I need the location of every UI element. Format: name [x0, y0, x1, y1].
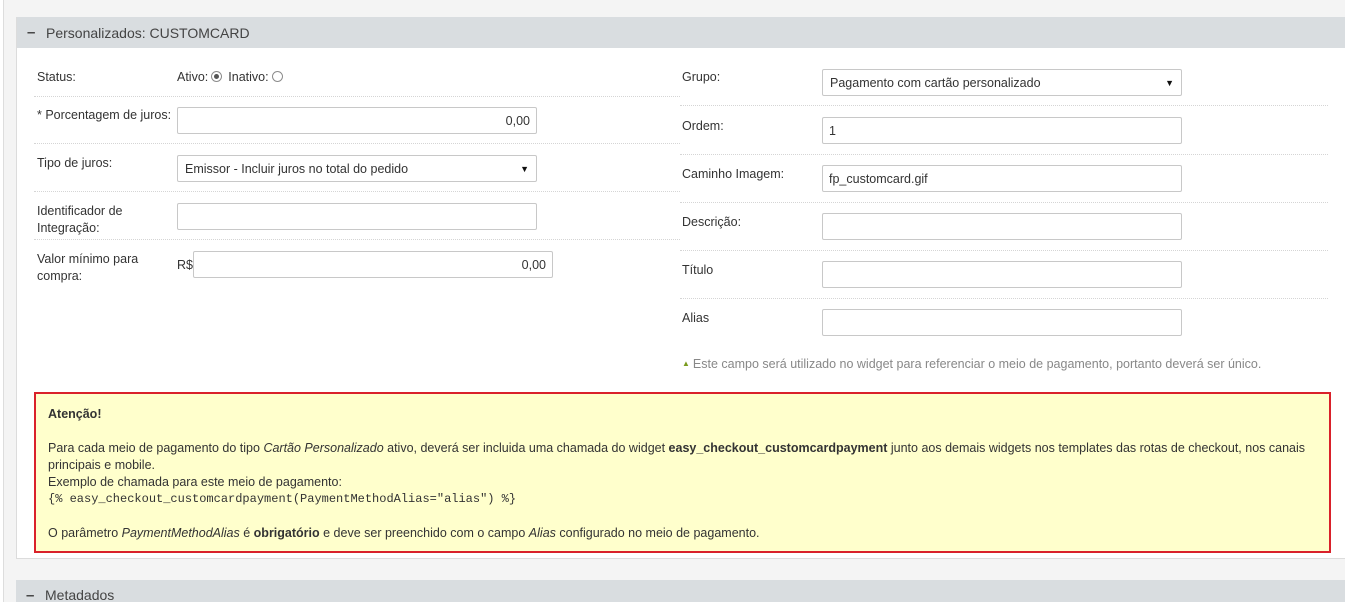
grupo-select[interactable]: Pagamento com cartão personalizado ▼: [822, 69, 1182, 96]
divider: [680, 202, 1328, 203]
identificador-label-line2: Integração:: [37, 221, 100, 235]
alert-paragraph-3: O parâmetro PaymentMethodAlias é obrigat…: [48, 525, 1317, 542]
status-label: Status:: [37, 70, 76, 84]
alert-text: ativo, deverá ser incluida uma chamada d…: [383, 441, 669, 455]
alias-hint-text: Este campo será utilizado no widget para…: [692, 357, 1262, 371]
page: – Personalizados: CUSTOMCARD Status: Ati…: [0, 0, 1345, 602]
alert-widget-name: easy_checkout_customcardpayment: [668, 441, 888, 455]
tipo-juros-select[interactable]: Emissor - Incluir juros no total do pedi…: [177, 155, 537, 182]
attention-alert: Atenção! Para cada meio de pagamento do …: [34, 392, 1331, 553]
descricao-input[interactable]: [822, 213, 1182, 240]
divider: [34, 143, 680, 144]
panel-header[interactable]: – Personalizados: CUSTOMCARD: [17, 17, 1345, 48]
tipo-juros-value: Emissor - Incluir juros no total do pedi…: [185, 161, 409, 176]
inativo-label: Inativo:: [228, 70, 269, 84]
ordem-label: Ordem:: [682, 119, 724, 133]
alert-text: é: [239, 526, 254, 540]
tipo-juros-label: Tipo de juros:: [37, 156, 113, 170]
alert-text: O parâmetro: [48, 526, 122, 540]
alias-hint: ▲ Este campo será utilizado no widget par…: [682, 357, 1261, 371]
identificador-label-line1: Identificador de: [37, 204, 123, 218]
grupo-value: Pagamento com cartão personalizado: [830, 75, 1041, 90]
divider: [34, 96, 680, 97]
alert-heading: Atenção!: [48, 407, 102, 421]
alert-text: e deve ser preenchido com o campo: [319, 526, 529, 540]
chevron-down-icon: ▼: [1165, 77, 1174, 88]
alert-text: configurado no meio de pagamento.: [555, 526, 760, 540]
alert-emphasis: Alias: [528, 526, 556, 540]
collapse-icon[interactable]: –: [27, 24, 37, 41]
valor-minimo-input[interactable]: 0,00: [193, 251, 553, 278]
identificador-label: Identificador de Integração:: [37, 203, 122, 237]
alert-code: {% easy_checkout_customcardpayment(Payme…: [48, 492, 517, 506]
identificador-input[interactable]: [177, 203, 537, 230]
caminho-imagem-input[interactable]: fp_customcard.gif: [822, 165, 1182, 192]
alert-strong: obrigatório: [253, 526, 320, 540]
caminho-imagem-label: Caminho Imagem:: [682, 167, 785, 181]
collapse-icon[interactable]: –: [26, 587, 36, 602]
caret-up-icon: ▲: [682, 359, 690, 368]
inativo-radio[interactable]: [271, 71, 283, 82]
metadados-panel-header[interactable]: – Metadados: [16, 580, 1345, 602]
metadados-title: Metadados: [45, 587, 115, 602]
divider: [680, 298, 1328, 299]
ativo-label: Ativo:: [177, 70, 209, 84]
juros-input[interactable]: 0,00: [177, 107, 537, 134]
titulo-label: Título: [682, 263, 714, 277]
valor-minimo-label-line2: compra:: [37, 269, 83, 283]
divider: [680, 154, 1328, 155]
panel-title: Personalizados: CUSTOMCARD: [46, 24, 250, 41]
alert-paragraph-2: Exemplo de chamada para este meio de pag…: [48, 475, 342, 489]
status-radio-group: Ativo: Inativo:: [177, 69, 289, 86]
alias-label: Alias: [682, 311, 710, 325]
ativo-radio[interactable]: [211, 71, 223, 82]
chevron-down-icon: ▼: [520, 163, 529, 174]
alias-input[interactable]: [822, 309, 1182, 336]
valor-minimo-label-line1: Valor mínimo para: [37, 252, 139, 266]
ordem-input[interactable]: 1: [822, 117, 1182, 144]
alert-text: Para cada meio de pagamento do tipo: [48, 441, 264, 455]
alert-emphasis: Cartão Personalizado: [263, 441, 384, 455]
divider: [680, 250, 1328, 251]
left-edge: [0, 0, 4, 602]
divider: [680, 105, 1328, 106]
grupo-label: Grupo:: [682, 70, 721, 84]
juros-label: * Porcentagem de juros:: [37, 108, 172, 122]
descricao-label: Descrição:: [682, 215, 742, 229]
divider: [34, 191, 680, 192]
alert-paragraph-1: Para cada meio de pagamento do tipo Cart…: [48, 440, 1317, 474]
divider: [34, 239, 680, 240]
alert-emphasis: PaymentMethodAlias: [121, 526, 240, 540]
currency-prefix: R$: [177, 258, 193, 272]
valor-minimo-label: Valor mínimo para compra:: [37, 251, 138, 285]
titulo-input[interactable]: [822, 261, 1182, 288]
